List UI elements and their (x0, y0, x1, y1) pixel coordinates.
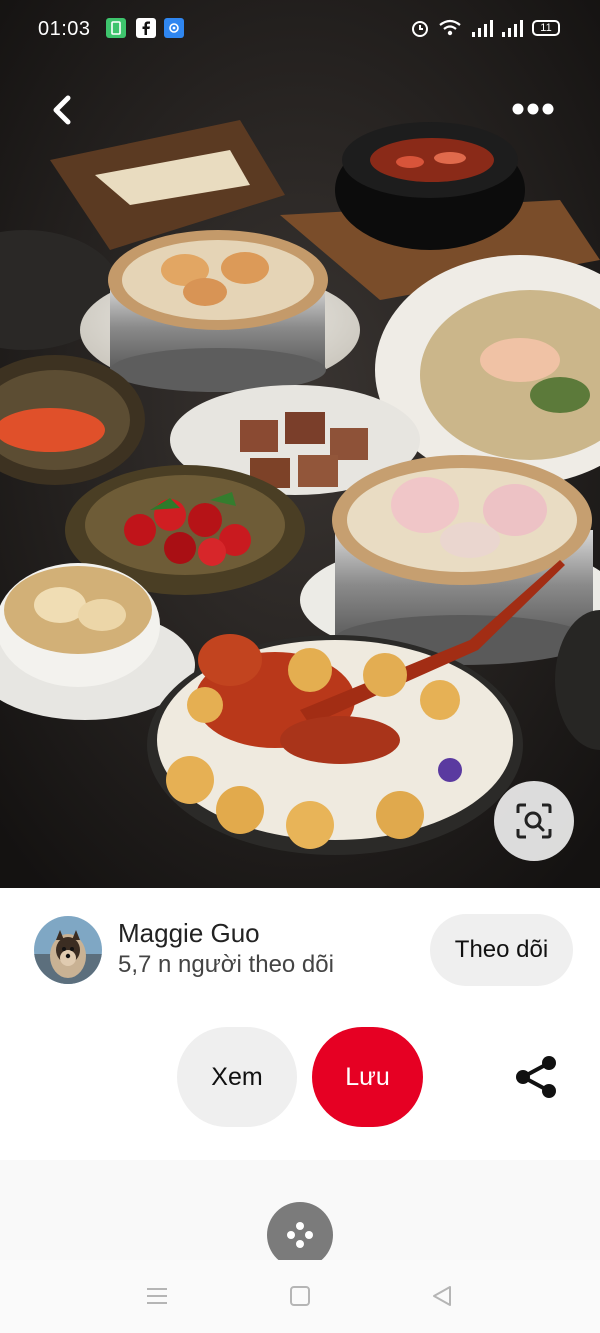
back-triangle-icon[interactable] (430, 1284, 454, 1308)
battery-icon: 11 (532, 20, 560, 36)
lens-search-icon (516, 803, 552, 839)
status-bar: 01:03 11 (0, 0, 600, 60)
save-button[interactable]: Lưu (312, 1027, 423, 1127)
sim-icon (106, 18, 126, 38)
system-nav-bar (0, 1260, 600, 1333)
follow-button-label: Theo dõi (454, 936, 549, 963)
more-options-button[interactable] (510, 98, 556, 120)
signal-icon (472, 20, 493, 37)
share-icon (516, 1056, 556, 1098)
visual-search-button[interactable] (494, 781, 574, 861)
battery-level: 11 (540, 22, 552, 34)
signal-icon (502, 20, 523, 37)
alarm-icon (412, 21, 428, 37)
view-button-label: Xem (211, 1062, 263, 1091)
pin-image[interactable]: 01:03 11 (0, 0, 600, 888)
save-button-label: Lưu (345, 1062, 390, 1091)
food-photo (0, 0, 600, 888)
status-time: 01:03 (38, 18, 91, 40)
menu-icon[interactable] (145, 1284, 169, 1308)
more-dots-icon (512, 103, 554, 115)
more-ideas-icon (287, 1222, 313, 1248)
more-ideas-button[interactable] (267, 1202, 333, 1268)
facebook-icon (136, 18, 156, 38)
dog-avatar-image (34, 916, 102, 984)
author-name[interactable]: Maggie Guo (118, 918, 260, 949)
view-button[interactable]: Xem (177, 1027, 297, 1127)
home-square-icon[interactable] (288, 1284, 312, 1308)
vpn-icon (164, 18, 184, 38)
wifi-icon (439, 19, 461, 36)
follower-count: 5,7 n người theo dõi (118, 951, 334, 978)
back-button[interactable] (46, 92, 78, 128)
follow-button[interactable]: Theo dõi (430, 914, 573, 986)
avatar[interactable] (34, 916, 102, 984)
pin-info-sheet: Maggie Guo 5,7 n người theo dõi Theo dõi… (0, 888, 600, 1160)
share-button[interactable] (512, 1052, 562, 1102)
chevron-left-icon (53, 95, 71, 125)
